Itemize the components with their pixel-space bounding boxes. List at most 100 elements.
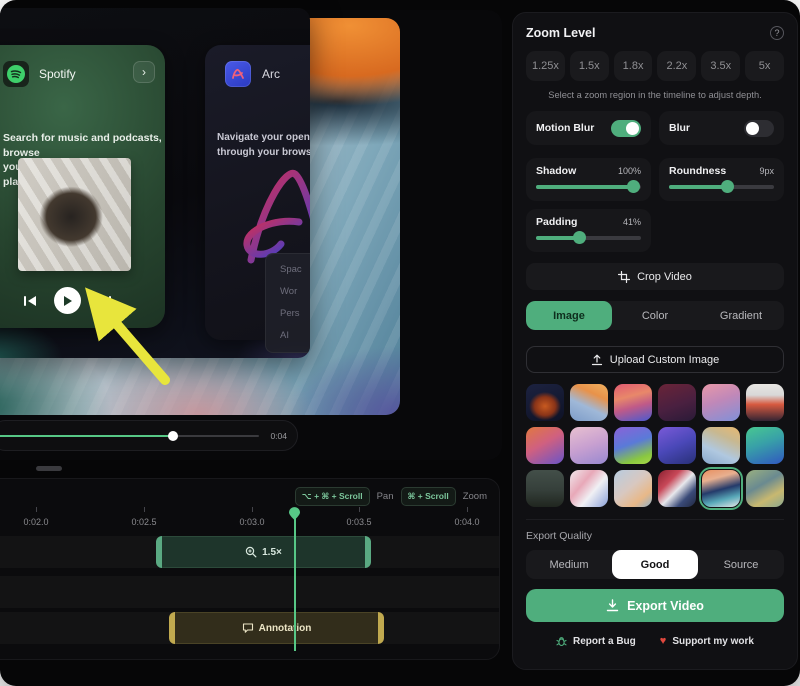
wallpaper-thumb[interactable]: [570, 384, 608, 421]
arc-submenu: Spac Wor Pers AI: [265, 253, 310, 353]
motion-blur-label: Motion Blur: [536, 122, 594, 134]
shadow-slider-card: Shadow 100%: [526, 158, 651, 201]
padding-label: Padding: [536, 216, 577, 228]
ruler-label: 0:03.0: [239, 517, 264, 527]
wallpaper-thumb[interactable]: [614, 470, 652, 507]
segment-left-handle[interactable]: [169, 612, 175, 644]
ruler-tick: [252, 507, 253, 512]
wallpaper-thumb-selected[interactable]: [702, 470, 740, 507]
ruler-label: 0:02.5: [131, 517, 156, 527]
export-quality-segmented: Medium Good Source: [526, 550, 784, 579]
app-window: Spotify › Search for music and podcasts,…: [0, 0, 800, 686]
blur-card: Blur: [659, 111, 784, 145]
support-link[interactable]: ♥ Support my work: [660, 635, 754, 647]
next-track-icon[interactable]: [97, 294, 112, 308]
zoom-level-button[interactable]: 1.8x: [614, 51, 653, 81]
export-video-button[interactable]: Export Video: [526, 589, 784, 622]
play-button[interactable]: [54, 287, 81, 314]
spotify-chevron-button[interactable]: ›: [133, 61, 155, 83]
roundness-label: Roundness: [669, 165, 726, 177]
shadow-value: 100%: [618, 166, 641, 176]
annotation-track[interactable]: Annotation: [0, 612, 500, 644]
zoom-level-button[interactable]: 2.2x: [657, 51, 696, 81]
crop-icon: [618, 271, 630, 283]
zoom-shortcut-badge: ⌘ + Scroll: [401, 487, 456, 506]
wallpaper-thumb[interactable]: [746, 384, 784, 421]
zoom-level-button[interactable]: 5x: [745, 51, 784, 81]
quality-good[interactable]: Good: [612, 550, 698, 579]
scrubber-track[interactable]: [0, 435, 259, 437]
playhead-handle[interactable]: [289, 507, 300, 520]
pan-shortcut-label: Pan: [377, 491, 394, 502]
wallpaper-thumb[interactable]: [526, 470, 564, 507]
upload-custom-image-button[interactable]: Upload Custom Image: [526, 346, 784, 373]
pan-shortcut-badge: ⌥ + ⌘ + Scroll: [295, 487, 370, 506]
arc-menu-item: AI: [280, 330, 310, 341]
zoom-level-button[interactable]: 1.5x: [570, 51, 609, 81]
wallpaper-thumb[interactable]: [702, 384, 740, 421]
wallpaper-thumb[interactable]: [614, 384, 652, 421]
zoom-level-button[interactable]: 1.25x: [526, 51, 565, 81]
tab-color[interactable]: Color: [612, 301, 698, 330]
segment-left-handle[interactable]: [156, 536, 162, 568]
report-bug-link[interactable]: Report a Bug: [556, 636, 636, 647]
motion-blur-card: Motion Blur: [526, 111, 651, 145]
arc-menu-item: Spac: [280, 264, 310, 275]
settings-panel: Zoom Level ? 1.25x 1.5x 1.8x 2.2x 3.5x 5…: [512, 12, 798, 670]
segment-right-handle[interactable]: [378, 612, 384, 644]
annotation-segment[interactable]: Annotation: [169, 612, 384, 644]
magnifier-plus-icon: [245, 546, 257, 558]
tab-gradient[interactable]: Gradient: [698, 301, 784, 330]
tab-image[interactable]: Image: [526, 301, 612, 330]
spotify-icon: [3, 61, 29, 87]
help-icon[interactable]: ?: [770, 26, 784, 40]
previous-track-icon[interactable]: [23, 294, 38, 308]
padding-slider[interactable]: [536, 236, 641, 240]
segment-right-handle[interactable]: [365, 536, 371, 568]
bug-icon: [556, 636, 567, 647]
quality-medium[interactable]: Medium: [526, 550, 612, 579]
zoom-level-button[interactable]: 3.5x: [701, 51, 740, 81]
video-content: Spotify › Search for music and podcasts,…: [0, 8, 310, 358]
panel-resize-handle[interactable]: [36, 466, 62, 471]
playback-scrubber[interactable]: 0:04: [0, 420, 298, 451]
wallpaper-thumb[interactable]: [526, 384, 564, 421]
upload-icon: [591, 354, 603, 366]
motion-blur-toggle[interactable]: [611, 120, 641, 137]
wallpaper-thumb[interactable]: [570, 427, 608, 464]
arc-menu-item: Wor: [280, 286, 310, 297]
arc-menu-item: Pers: [280, 308, 310, 319]
scrubber-time: 0:04: [270, 431, 287, 441]
panel-title: Zoom Level: [526, 26, 595, 40]
wallpaper-thumb[interactable]: [702, 427, 740, 464]
ruler-tick: [359, 507, 360, 512]
background-type-tabs: Image Color Gradient: [526, 301, 784, 330]
scrubber-handle[interactable]: [168, 431, 178, 441]
wallpaper-thumb[interactable]: [658, 384, 696, 421]
crop-video-button[interactable]: Crop Video: [526, 263, 784, 290]
arc-card-title: Arc: [262, 67, 280, 81]
wallpaper-grid: [526, 384, 784, 507]
shadow-slider[interactable]: [536, 185, 641, 189]
padding-slider-card: Padding 41%: [526, 209, 651, 252]
roundness-slider-card: Roundness 9px: [659, 158, 784, 201]
zoom-segment[interactable]: 1.5×: [156, 536, 371, 568]
spotify-card-title: Spotify: [39, 67, 76, 81]
wallpaper-thumb[interactable]: [658, 427, 696, 464]
empty-track[interactable]: [0, 576, 500, 608]
blur-toggle[interactable]: [744, 120, 774, 137]
zoom-track[interactable]: 1.5×: [0, 536, 500, 568]
roundness-slider[interactable]: [669, 185, 774, 189]
wallpaper-thumb[interactable]: [658, 470, 696, 507]
spotify-card: Spotify › Search for music and podcasts,…: [0, 45, 165, 328]
wallpaper-thumb[interactable]: [746, 470, 784, 507]
speech-bubble-icon: [242, 622, 254, 634]
wallpaper-thumb[interactable]: [614, 427, 652, 464]
wallpaper-thumb[interactable]: [570, 470, 608, 507]
wallpaper-thumb[interactable]: [746, 427, 784, 464]
wallpaper-thumb[interactable]: [526, 427, 564, 464]
zoom-segment-label: 1.5×: [262, 547, 282, 558]
zoom-hint-text: Select a zoom region in the timeline to …: [526, 90, 784, 100]
arc-card-description: Navigate your open tab through your brow…: [217, 130, 310, 160]
quality-source[interactable]: Source: [698, 550, 784, 579]
